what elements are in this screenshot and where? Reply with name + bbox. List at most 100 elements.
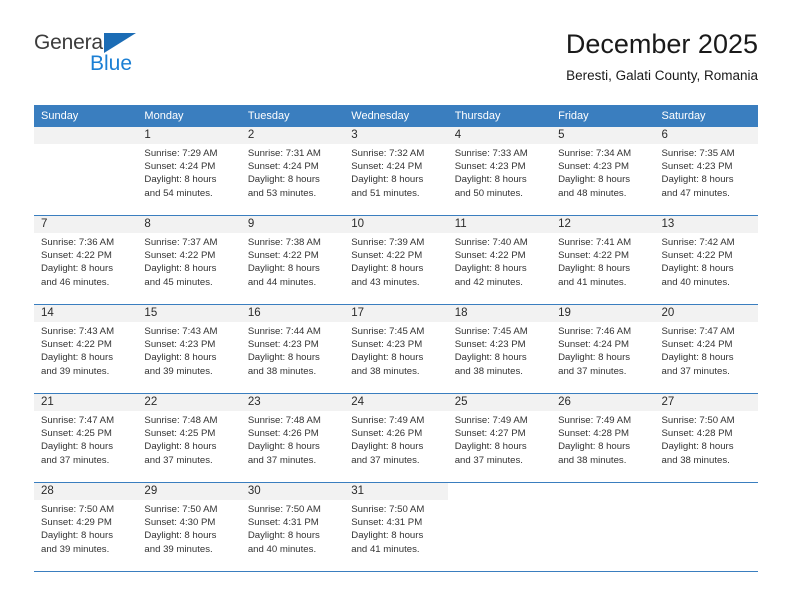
day-number: 24: [344, 394, 448, 411]
day-number: 2: [240, 127, 345, 144]
day-cell-25[interactable]: 25 Sunrise: 7:49 AM Sunset: 4:27 PM Dayligh…: [447, 393, 552, 483]
daylight-text: Daylight: 8 hours: [247, 263, 320, 275]
day-cell-content: 29 Sunrise: 7:50 AM Sunset: 4:30 PM Dayligh…: [137, 483, 241, 571]
daylight-text: Daylight: 8 hours: [351, 174, 424, 186]
sunrise-text: Sunrise: 7:34 AM: [558, 148, 632, 159]
day-cell-empty: [654, 482, 758, 572]
sunrise-text: Sunrise: 7:46 AM: [558, 326, 632, 337]
day-cell-10[interactable]: 10 Sunrise: 7:39 AM Sunset: 4:22 PM Dayligh…: [344, 215, 448, 305]
day-cell-16[interactable]: 16 Sunrise: 7:44 AM Sunset: 4:23 PM Dayligh…: [240, 304, 345, 394]
day-cell-20[interactable]: 20 Sunrise: 7:47 AM Sunset: 4:24 PM Dayligh…: [654, 304, 758, 394]
day-cell-13[interactable]: 13 Sunrise: 7:42 AM Sunset: 4:22 PM Dayligh…: [654, 215, 758, 305]
day-number: [654, 483, 758, 500]
daylight-text: Daylight: 8 hours: [41, 263, 113, 275]
calendar-week-row: 28 Sunrise: 7:50 AM Sunset: 4:29 PM Dayligh…: [34, 482, 758, 572]
daylight-text: Daylight: 8 hours: [558, 174, 631, 186]
sunrise-text: Sunrise: 7:47 AM: [661, 326, 735, 337]
day-cell-5[interactable]: 5 Sunrise: 7:34 AM Sunset: 4:23 PM Daylight…: [551, 127, 655, 216]
daylight-text-cont: and 41 minutes.: [351, 543, 420, 555]
logo-text-blue: Blue: [90, 52, 133, 75]
day-number: 12: [551, 216, 655, 233]
day-cell-22[interactable]: 22 Sunrise: 7:48 AM Sunset: 4:25 PM Dayligh…: [137, 393, 241, 483]
day-cell-4[interactable]: 4 Sunrise: 7:33 AM Sunset: 4:23 PM Daylight…: [447, 127, 552, 216]
sunset-text: Sunset: 4:23 PM: [454, 339, 526, 351]
daylight-text-cont: and 40 minutes.: [661, 276, 730, 288]
sunset-text: Sunset: 4:22 PM: [41, 250, 112, 262]
page-title: December 2025: [565, 29, 758, 59]
daylight-text-cont: and 38 minutes.: [661, 454, 730, 466]
day-cell-11[interactable]: 11 Sunrise: 7:40 AM Sunset: 4:22 PM Dayligh…: [447, 215, 552, 305]
day-cell-26[interactable]: 26 Sunrise: 7:49 AM Sunset: 4:28 PM Dayligh…: [551, 393, 655, 483]
day-cell-8[interactable]: 8 Sunrise: 7:37 AM Sunset: 4:22 PM Daylight…: [137, 215, 241, 305]
daylight-text: Daylight: 8 hours: [661, 174, 734, 186]
daylight-text: Daylight: 8 hours: [454, 263, 527, 275]
daylight-text: Daylight: 8 hours: [247, 441, 320, 453]
daylight-text-cont: and 38 minutes.: [247, 365, 317, 377]
day-cell-9[interactable]: 9 Sunrise: 7:38 AM Sunset: 4:22 PM Daylight…: [240, 215, 345, 305]
day-number: 13: [654, 216, 758, 233]
day-cell-17[interactable]: 17 Sunrise: 7:45 AM Sunset: 4:23 PM Dayligh…: [344, 304, 448, 394]
general-blue-logo[interactable]: General Blue: [34, 32, 224, 76]
sunrise-text: Sunrise: 7:45 AM: [454, 326, 528, 337]
day-cell-content: 11 Sunrise: 7:40 AM Sunset: 4:22 PM Dayligh…: [447, 216, 552, 304]
day-cell-content: 1 Sunrise: 7:29 AM Sunset: 4:24 PM Daylight…: [137, 127, 241, 215]
sunrise-text: Sunrise: 7:48 AM: [247, 415, 321, 426]
day-cell-15[interactable]: 15 Sunrise: 7:43 AM Sunset: 4:23 PM Dayligh…: [137, 304, 241, 394]
day-number: 23: [240, 394, 345, 411]
day-cell-content: 18 Sunrise: 7:45 AM Sunset: 4:23 PM Dayligh…: [447, 305, 552, 393]
sunrise-text: Sunrise: 7:49 AM: [351, 415, 425, 426]
day-cell-14[interactable]: 14 Sunrise: 7:43 AM Sunset: 4:22 PM Dayligh…: [34, 304, 138, 394]
day-cell-content: 3 Sunrise: 7:32 AM Sunset: 4:24 PM Daylight…: [344, 127, 448, 215]
daylight-text-cont: and 37 minutes.: [454, 454, 523, 466]
day-cell-3[interactable]: 3 Sunrise: 7:32 AM Sunset: 4:24 PM Daylight…: [344, 127, 448, 216]
daylight-text-cont: and 46 minutes.: [41, 276, 110, 288]
day-number: 15: [137, 305, 241, 322]
sun-info: Sunrise: 7:48 AM Sunset: 4:26 PM Daylight:…: [241, 411, 344, 467]
daylight-text: Daylight: 8 hours: [144, 530, 217, 542]
day-cell-7[interactable]: 7 Sunrise: 7:36 AM Sunset: 4:22 PM Daylight…: [34, 215, 138, 305]
sun-info: Sunrise: 7:50 AM Sunset: 4:28 PM Daylight:…: [655, 411, 758, 467]
day-cell-21[interactable]: 21 Sunrise: 7:47 AM Sunset: 4:25 PM Dayligh…: [34, 393, 138, 483]
day-cell-18[interactable]: 18 Sunrise: 7:45 AM Sunset: 4:23 PM Dayligh…: [447, 304, 552, 394]
sun-info: Sunrise: 7:43 AM Sunset: 4:23 PM Daylight:…: [137, 322, 240, 378]
sunset-text: Sunset: 4:24 PM: [661, 339, 733, 351]
day-cell-content: [447, 483, 552, 571]
day-cell-29[interactable]: 29 Sunrise: 7:50 AM Sunset: 4:30 PM Dayligh…: [137, 482, 241, 572]
day-cell-31[interactable]: 31 Sunrise: 7:50 AM Sunset: 4:31 PM Dayligh…: [344, 482, 448, 572]
daylight-text: Daylight: 8 hours: [144, 441, 217, 453]
sun-info: Sunrise: 7:38 AM Sunset: 4:22 PM Daylight:…: [241, 233, 344, 289]
calendar-body: 1 Sunrise: 7:29 AM Sunset: 4:24 PM Daylight…: [34, 127, 758, 572]
sunrise-text: Sunrise: 7:36 AM: [41, 237, 115, 248]
day-cell-6[interactable]: 6 Sunrise: 7:35 AM Sunset: 4:23 PM Daylight…: [654, 127, 758, 216]
day-cell-28[interactable]: 28 Sunrise: 7:50 AM Sunset: 4:29 PM Dayligh…: [34, 482, 138, 572]
sunset-text: Sunset: 4:28 PM: [661, 428, 733, 440]
weekday-header-monday: Monday: [137, 105, 241, 127]
calendar-grid: Sunday Monday Tuesday Wednesday Thursday Frid…: [34, 105, 758, 572]
day-cell-19[interactable]: 19 Sunrise: 7:46 AM Sunset: 4:24 PM Dayligh…: [551, 304, 655, 394]
sun-info: Sunrise: 7:47 AM Sunset: 4:24 PM Daylight:…: [655, 322, 758, 378]
day-cell-27[interactable]: 27 Sunrise: 7:50 AM Sunset: 4:28 PM Dayligh…: [654, 393, 758, 483]
sun-info: Sunrise: 7:49 AM Sunset: 4:26 PM Daylight:…: [344, 411, 447, 467]
day-number: 7: [34, 216, 138, 233]
day-cell-2[interactable]: 2 Sunrise: 7:31 AM Sunset: 4:24 PM Daylight…: [240, 127, 345, 216]
day-cell-12[interactable]: 12 Sunrise: 7:41 AM Sunset: 4:22 PM Dayligh…: [551, 215, 655, 305]
daylight-text-cont: and 39 minutes.: [144, 543, 213, 555]
sunrise-text: Sunrise: 7:29 AM: [144, 148, 218, 159]
day-cell-1[interactable]: 1 Sunrise: 7:29 AM Sunset: 4:24 PM Daylight…: [137, 127, 241, 216]
day-cell-23[interactable]: 23 Sunrise: 7:48 AM Sunset: 4:26 PM Dayligh…: [240, 393, 345, 483]
sun-info: Sunrise: 7:36 AM Sunset: 4:22 PM Daylight:…: [34, 233, 137, 289]
day-number: 27: [654, 394, 758, 411]
daylight-text: Daylight: 8 hours: [41, 530, 113, 542]
daylight-text: Daylight: 8 hours: [661, 352, 734, 364]
sun-info: Sunrise: 7:42 AM Sunset: 4:22 PM Daylight:…: [655, 233, 758, 289]
sun-info: Sunrise: 7:45 AM Sunset: 4:23 PM Daylight:…: [448, 322, 551, 378]
day-cell-30[interactable]: 30 Sunrise: 7:50 AM Sunset: 4:31 PM Dayligh…: [240, 482, 345, 572]
sunset-text: Sunset: 4:23 PM: [661, 161, 733, 173]
day-cell-24[interactable]: 24 Sunrise: 7:49 AM Sunset: 4:26 PM Dayligh…: [344, 393, 448, 483]
daylight-text-cont: and 37 minutes.: [144, 454, 213, 466]
day-number: 10: [344, 216, 448, 233]
day-number: 6: [654, 127, 758, 144]
sunrise-text: Sunrise: 7:47 AM: [41, 415, 115, 426]
daylight-text-cont: and 47 minutes.: [661, 187, 730, 199]
daylight-text: Daylight: 8 hours: [661, 263, 734, 275]
